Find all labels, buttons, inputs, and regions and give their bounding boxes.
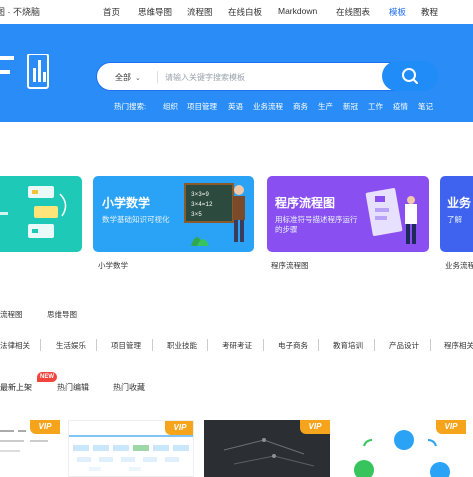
category-exam[interactable]: 考研考证 (222, 340, 252, 351)
nav-whiteboard[interactable]: 在线白板 (228, 6, 262, 18)
nav-markdown[interactable]: Markdown (278, 6, 317, 16)
hot-search-item[interactable]: 新冠 (343, 101, 358, 112)
search-category-select[interactable]: 全部 ⌄ (115, 72, 141, 83)
tab-hot-collect[interactable]: 热门收藏 (113, 382, 145, 393)
vip-badge: VIP (300, 420, 330, 434)
card-caption[interactable]: 业务流程 (445, 260, 473, 271)
vip-badge: VIP (436, 420, 466, 434)
svg-text:3×4=12: 3×4=12 (191, 201, 213, 208)
card-caption[interactable]: 程序流程图 (271, 260, 309, 271)
vip-badge: VIP (30, 420, 60, 434)
card-subtitle: 了解 (447, 215, 462, 224)
card-caption[interactable]: 小学数学 (98, 260, 128, 271)
top-nav: 图 · 不烧脑 首页 思维导图 流程图 在线白板 Markdown 在线图表 模… (0, 0, 473, 24)
card-subtitle: 的步骤 (275, 225, 298, 234)
template-card-teal[interactable] (0, 176, 82, 252)
hot-search-item[interactable]: 业务流程 (253, 101, 283, 112)
svg-text:3×5: 3×5 (191, 211, 202, 218)
category-law[interactable]: 法律相关 (0, 340, 30, 351)
category-career[interactable]: 职业技能 (167, 340, 197, 351)
category-programming[interactable]: 程序相关 (444, 340, 473, 351)
card-subtitle: 数学基础知识可视化 (102, 215, 170, 224)
card-illustration (0, 186, 67, 238)
hot-search-item[interactable]: 生产 (318, 101, 333, 112)
nav-flowchart[interactable]: 流程图 (187, 6, 213, 18)
template-card-flowchart[interactable]: 程序流程图 用标准符号描述程序运行 的步骤 (267, 176, 429, 252)
nav-mindmap[interactable]: 思维导图 (138, 6, 172, 18)
category-divider (207, 339, 208, 351)
svg-text:3×3=9: 3×3=9 (191, 191, 209, 198)
template-thumb[interactable]: VIP (0, 420, 60, 477)
nav-templates[interactable]: 模板 (389, 6, 406, 18)
brand-slogan: 图 · 不烧脑 (0, 7, 40, 17)
hot-search-item[interactable]: 工作 (368, 101, 383, 112)
category-education[interactable]: 教育培训 (333, 340, 363, 351)
category-ecommerce[interactable]: 电子商务 (278, 340, 308, 351)
hot-search-item[interactable]: 组织 (163, 101, 178, 112)
category-divider (152, 339, 153, 351)
category-divider (263, 339, 264, 351)
search-box: 全部 ⌄ (96, 61, 438, 91)
nav-tutorials[interactable]: 教程 (421, 6, 438, 18)
search-divider (157, 71, 158, 83)
tab-hot-edit[interactable]: 热门编辑 (57, 382, 89, 393)
hot-search-item[interactable]: 商务 (293, 101, 308, 112)
hot-search-item[interactable]: 疫情 (393, 101, 408, 112)
card-title: 程序流程图 (275, 196, 336, 210)
category-divider (96, 339, 97, 351)
teacher-illustration: 3×3=9 3×4=12 3×5 (184, 183, 245, 246)
nav-home[interactable]: 首页 (103, 6, 120, 18)
category-divider (430, 339, 431, 351)
search-button[interactable] (382, 61, 438, 91)
nav-charts[interactable]: 在线图表 (336, 6, 370, 18)
category-life[interactable]: 生活娱乐 (56, 340, 86, 351)
search-input[interactable] (165, 69, 365, 85)
category-divider (318, 339, 319, 351)
flowchart-illustration (365, 188, 417, 244)
category-project[interactable]: 项目管理 (111, 340, 141, 351)
hot-search-item[interactable]: 项目管理 (187, 101, 217, 112)
category-product[interactable]: 产品设计 (389, 340, 419, 351)
new-badge: NEW (37, 372, 57, 382)
category-divider (40, 339, 41, 351)
template-thumb[interactable]: VIP (204, 420, 330, 477)
page: 图 · 不烧脑 首页 思维导图 流程图 在线白板 Markdown 在线图表 模… (0, 0, 473, 477)
hot-search-item[interactable]: 英语 (228, 101, 243, 112)
card-title: 小学数学 (102, 196, 151, 210)
tab-latest[interactable]: 最新上架 (0, 382, 32, 393)
tab-mindmap[interactable]: 思维导图 (47, 309, 77, 320)
template-logo-icon (0, 54, 49, 89)
chevron-down-icon: ⌄ (135, 75, 141, 82)
search-icon (402, 68, 418, 84)
hot-search-label: 热门搜索: (114, 102, 147, 111)
template-thumb[interactable]: VIP (68, 420, 194, 477)
template-card-business[interactable]: 业务 了解 (440, 176, 473, 252)
hot-search-item[interactable]: 笔记 (418, 101, 433, 112)
template-card-math[interactable]: 小学数学 数学基础知识可视化 3×3=9 3×4=12 3×5 (93, 176, 254, 252)
card-title: 业务 (447, 196, 472, 210)
template-thumb[interactable]: VIP (340, 420, 473, 477)
tab-flowchart[interactable]: 流程图 (0, 309, 23, 320)
category-divider (374, 339, 375, 351)
vip-badge: VIP (165, 421, 193, 435)
